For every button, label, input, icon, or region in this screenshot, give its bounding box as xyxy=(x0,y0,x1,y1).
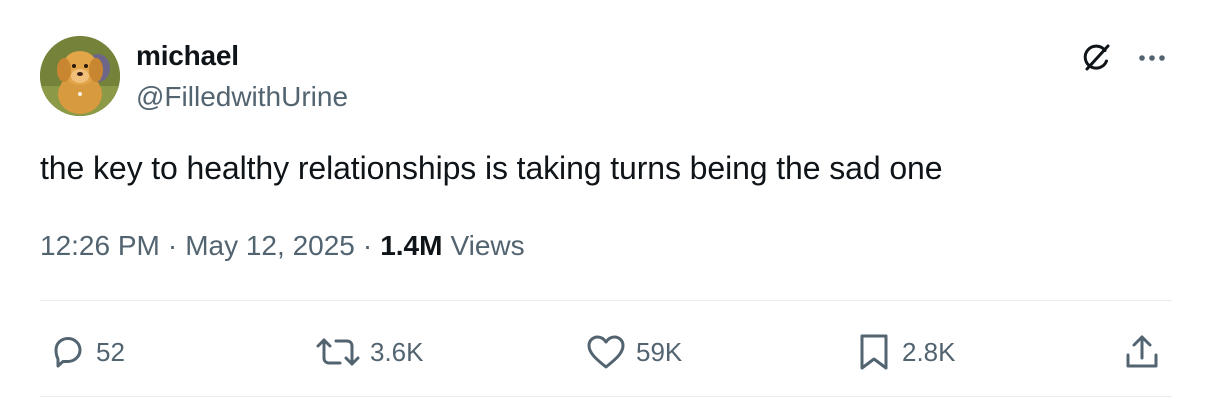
tweet-text: the key to healthy relationships is taki… xyxy=(40,150,943,186)
like-button[interactable]: 59K xyxy=(584,332,682,372)
grok-icon[interactable] xyxy=(1078,40,1114,76)
plush-dog-avatar-image xyxy=(40,36,120,116)
author-handle[interactable]: @FilledwithUrine xyxy=(136,81,348,113)
more-options-icon[interactable] xyxy=(1136,42,1168,74)
divider xyxy=(40,396,1172,397)
views-label[interactable]: Views xyxy=(450,230,524,262)
views-count[interactable]: 1.4M xyxy=(380,230,442,262)
divider xyxy=(40,300,1172,301)
tweet-time[interactable]: 12:26 PM xyxy=(40,230,160,262)
share-icon xyxy=(1126,335,1158,368)
tweet-date[interactable]: May 12, 2025 xyxy=(185,230,355,262)
meta-separator: · xyxy=(167,230,178,261)
author-display-name[interactable]: michael xyxy=(136,40,239,72)
repost-count: 3.6K xyxy=(370,336,424,367)
meta-separator: · xyxy=(362,230,373,261)
bookmark-count: 2.8K xyxy=(902,336,956,367)
tweet-header-actions xyxy=(1078,40,1168,76)
bookmark-button[interactable]: 2.8K xyxy=(854,332,956,372)
bookmark-icon xyxy=(860,334,888,370)
reply-button[interactable]: 52 xyxy=(48,332,125,372)
repost-icon xyxy=(316,338,360,366)
repost-button[interactable]: 3.6K xyxy=(314,332,424,372)
reply-count: 52 xyxy=(96,336,125,367)
reply-icon xyxy=(54,337,82,368)
like-icon xyxy=(587,335,625,369)
tweet-meta: 12:26 PM · May 12, 2025 · 1.4M Views xyxy=(40,230,525,262)
like-count: 59K xyxy=(636,336,683,367)
share-button[interactable] xyxy=(1122,332,1162,372)
avatar[interactable] xyxy=(40,36,120,116)
